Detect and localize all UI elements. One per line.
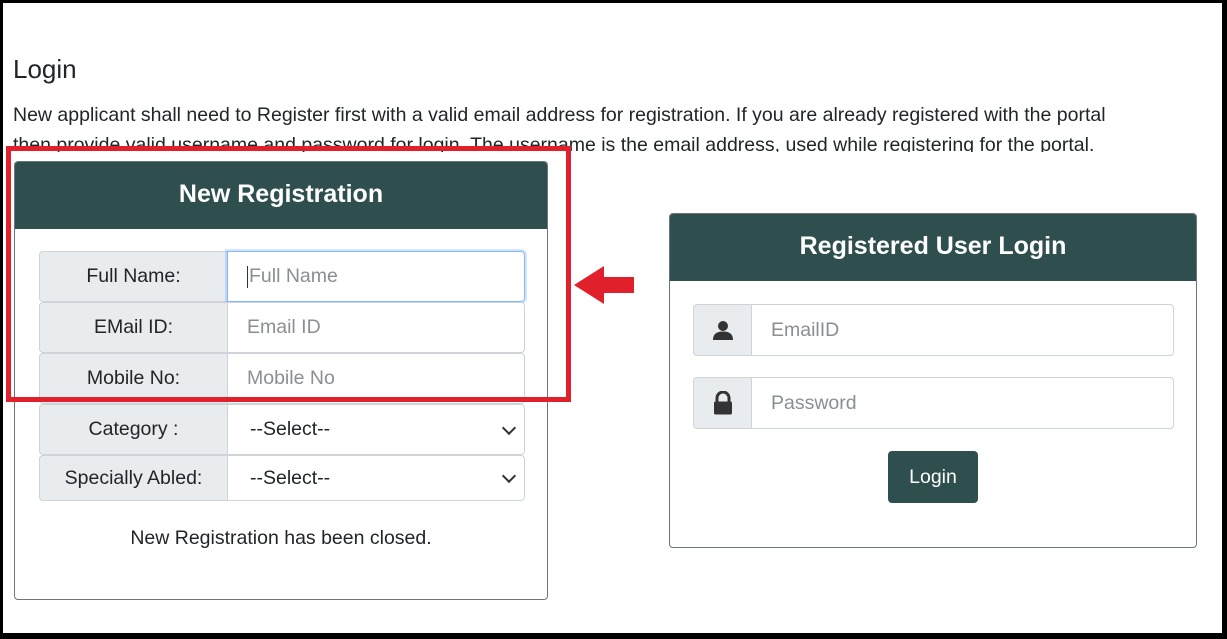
red-arrow-icon <box>574 266 634 304</box>
chevron-down-icon <box>501 420 517 435</box>
intro-line-2: then provide valid username and password… <box>13 134 1095 152</box>
mobile-no-input[interactable]: Mobile No <box>227 353 525 404</box>
chevron-down-icon <box>501 468 517 484</box>
category-row: Category : --Select-- <box>39 404 525 455</box>
new-registration-card: New Registration Full Name: Full Name EM… <box>14 161 548 600</box>
login-email-row: EmailID <box>693 304 1174 356</box>
email-id-input[interactable]: Email ID <box>227 302 525 353</box>
login-password-row: Password <box>693 377 1174 429</box>
intro-line-1: New applicant shall need to Register fir… <box>13 104 1106 126</box>
specially-abled-select[interactable]: --Select-- <box>227 455 525 501</box>
mobile-no-label: Mobile No: <box>39 353 227 404</box>
specially-abled-selected-value: --Select-- <box>250 466 331 489</box>
lock-icon <box>693 377 751 429</box>
email-id-row: EMail ID: Email ID <box>39 302 525 353</box>
new-registration-header: New Registration <box>15 162 547 229</box>
login-email-placeholder: EmailID <box>771 318 840 341</box>
login-button[interactable]: Login <box>888 451 978 503</box>
specially-abled-row: Specially Abled: --Select-- <box>39 455 525 501</box>
email-id-placeholder: Email ID <box>247 316 321 338</box>
category-selected-value: --Select-- <box>250 418 331 440</box>
category-label: Category : <box>39 404 227 455</box>
login-email-input[interactable]: EmailID <box>751 304 1174 356</box>
intro-text: New applicant shall need to Register fir… <box>13 100 1208 152</box>
full-name-input[interactable]: Full Name <box>227 251 525 302</box>
specially-abled-label: Specially Abled: <box>39 455 227 501</box>
registration-closed-message: New Registration has been closed. <box>130 527 432 549</box>
text-caret <box>247 265 248 288</box>
user-icon <box>693 304 751 356</box>
login-password-input[interactable]: Password <box>751 377 1174 429</box>
full-name-row: Full Name: Full Name <box>39 251 525 302</box>
email-id-label: EMail ID: <box>39 302 227 353</box>
page-title: Login <box>13 54 77 84</box>
login-password-placeholder: Password <box>771 391 857 414</box>
mobile-no-row: Mobile No: Mobile No <box>39 353 525 404</box>
full-name-placeholder: Full Name <box>249 265 338 287</box>
registered-user-login-header: Registered User Login <box>670 214 1196 281</box>
registered-user-login-card: Registered User Login EmailID Password L… <box>669 213 1197 548</box>
full-name-label: Full Name: <box>39 251 227 302</box>
mobile-no-placeholder: Mobile No <box>247 367 335 389</box>
category-select[interactable]: --Select-- <box>227 404 525 455</box>
